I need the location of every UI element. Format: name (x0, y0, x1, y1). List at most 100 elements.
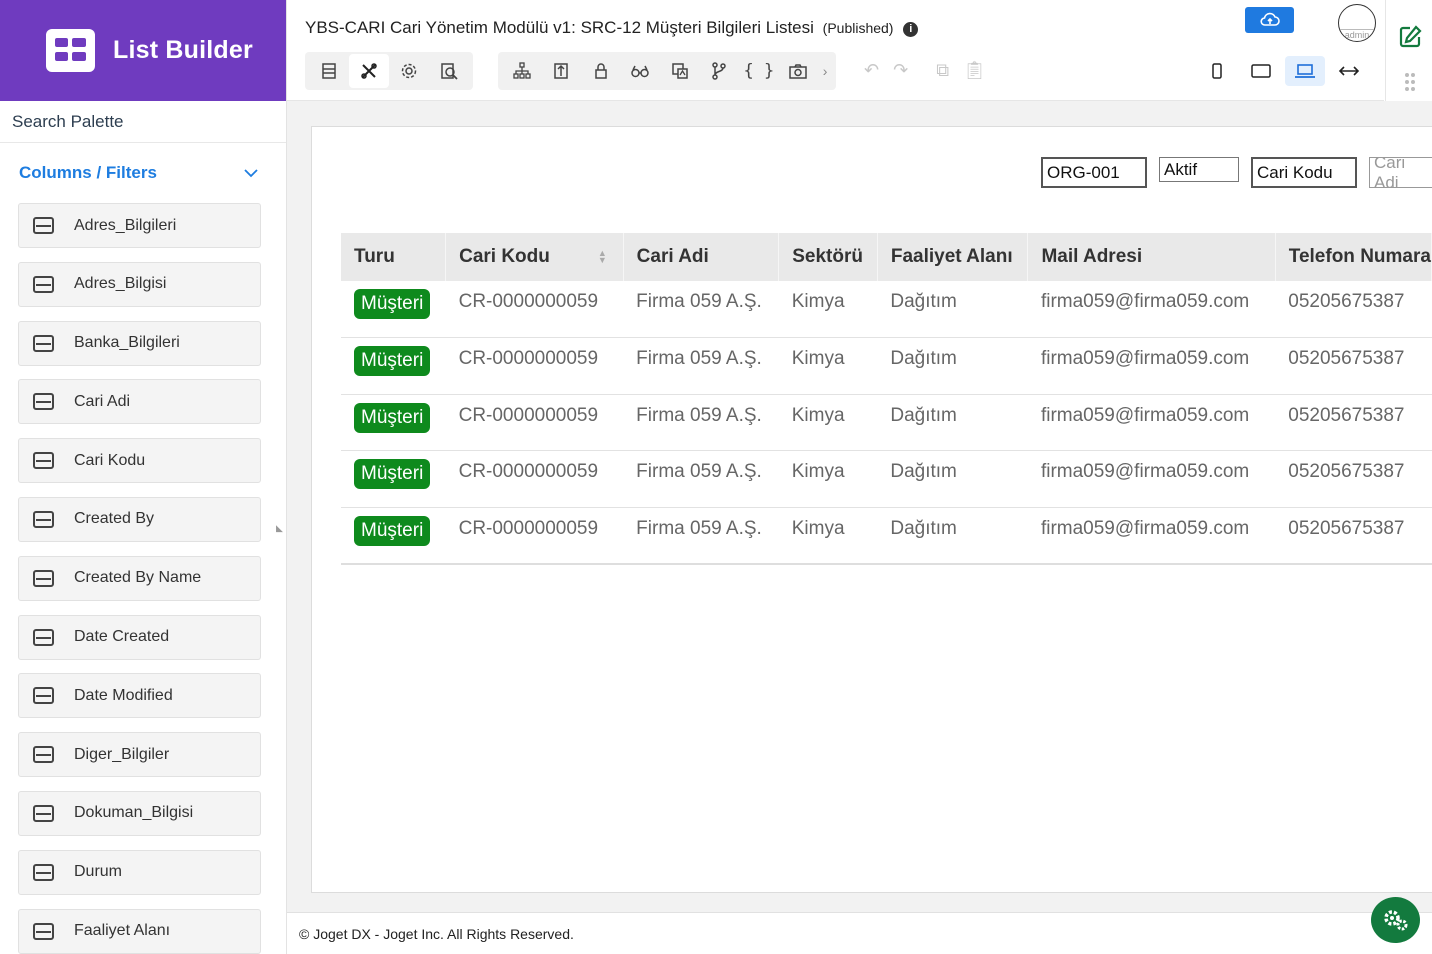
tools-icon[interactable] (349, 54, 389, 88)
status-badge: Müşteri (354, 402, 431, 433)
palette-item-label: Cari Adi (74, 392, 131, 410)
column-header-mail-adresi[interactable]: Mail Adresi (1027, 233, 1276, 281)
cell-mail: firma059@firma059.com (1027, 450, 1276, 508)
cell-cari-kodu: CR-0000000059 (445, 394, 624, 451)
cell-turu: Müşteri (341, 507, 446, 565)
column-header-sektoru[interactable]: Sektörü (778, 233, 878, 281)
column-header-turu[interactable]: Turu (341, 233, 447, 281)
list-icon[interactable] (309, 54, 349, 88)
page-title: YBS-CARI Cari Yönetim Modülü v1: SRC-12 … (305, 18, 919, 38)
cell-cari-kodu: CR-0000000059 (445, 507, 624, 565)
phone-icon[interactable] (1197, 56, 1237, 86)
brand-header: List Builder (0, 0, 286, 101)
cell-sektor: Kimya (778, 394, 878, 451)
field-icon (33, 569, 54, 587)
palette-item-label: Adres_Bilgileri (74, 216, 177, 234)
table-row[interactable]: Müşteri CR-0000000059 Firma 059 A.Ş. Kimya D… (341, 450, 1432, 508)
cari-adi-filter[interactable]: Cari Adi (1369, 157, 1432, 188)
table-row[interactable]: Müşteri CR-0000000059 Firma 059 A.Ş. Kimya D… (341, 337, 1432, 395)
sidebar-resize-handle[interactable]: ◣ (276, 523, 285, 533)
deploy-button[interactable] (1245, 7, 1294, 33)
palette-item[interactable]: Cari Kodu (18, 438, 261, 484)
palette-item[interactable]: Banka_Bilgileri (18, 320, 261, 366)
copy-icon[interactable]: ⧉ (936, 60, 949, 81)
expand-icon[interactable] (1329, 56, 1369, 86)
org-filter[interactable]: ORG-001 (1041, 157, 1147, 188)
palette-item[interactable]: Date Modified (18, 673, 261, 719)
search-palette[interactable]: Search Palette (0, 101, 286, 143)
settings-fab[interactable] (1371, 897, 1420, 943)
gears-icon (1383, 910, 1407, 931)
lock-icon[interactable] (581, 54, 621, 88)
info-icon[interactable]: i (903, 22, 919, 37)
branch-icon[interactable] (700, 54, 740, 88)
glasses-icon[interactable] (621, 54, 661, 88)
cell-faaliyet: Dağıtım (877, 281, 1028, 338)
camera-icon[interactable] (779, 54, 819, 88)
edit-tools: ↶ ↷ ⧉ 📋︎ (864, 60, 986, 81)
table-row[interactable]: Müşteri CR-0000000059 Firma 059 A.Ş. Kimya D… (341, 394, 1432, 451)
table-row[interactable]: Müşteri CR-0000000059 Firma 059 A.Ş. Kimya D… (341, 507, 1432, 565)
palette-item-label: Banka_Bilgileri (74, 334, 180, 352)
status-filter[interactable]: Aktif (1159, 157, 1239, 182)
palette-list: Adres_Bilgileri Adres_Bilgisi Banka_Bilgil… (0, 203, 286, 954)
edit-icon[interactable] (1398, 24, 1423, 49)
cell-cari-adi: Firma 059 A.Ş. (623, 281, 779, 338)
palette-item[interactable]: Dokuman_Bilgisi (18, 790, 261, 836)
columns-filters-header[interactable]: Columns / Filters (0, 143, 286, 203)
redo-icon[interactable]: ↷ (893, 60, 908, 81)
column-header-telefon[interactable]: Telefon Numara (1275, 233, 1432, 281)
chevron-right-icon[interactable]: › (818, 63, 832, 79)
translate-icon[interactable] (660, 54, 700, 88)
field-icon (33, 804, 54, 822)
undo-icon[interactable]: ↶ (864, 60, 879, 81)
cell-cari-kodu: CR-0000000059 (445, 337, 624, 395)
brand-title: List Builder (113, 36, 253, 64)
cell-sektor: Kimya (778, 281, 878, 338)
field-icon (33, 393, 54, 411)
palette-item[interactable]: Adres_Bilgileri (18, 203, 261, 248)
cell-telefon: 05205675387 (1275, 337, 1432, 395)
palette-item-label: Cari Kodu (74, 451, 146, 469)
hierarchy-icon[interactable] (502, 54, 542, 88)
status-badge: Müşteri (354, 459, 431, 489)
cell-cari-adi: Firma 059 A.Ş. (623, 450, 779, 508)
palette-item[interactable]: Faaliyet Alanı (18, 908, 261, 954)
topbar: YBS-CARI Cari Yönetim Modülü v1: SRC-12 … (287, 0, 1384, 101)
table-row[interactable]: Müşteri CR-0000000059 Firma 059 A.Ş. Kimya D… (341, 281, 1432, 338)
drag-handle-icon[interactable] (1404, 72, 1416, 92)
column-header-cari-adi[interactable]: Cari Adi (623, 233, 780, 281)
palette-item[interactable]: Diger_Bilgiler (18, 732, 261, 778)
palette-item[interactable]: Created By (18, 496, 261, 542)
field-icon (33, 452, 54, 470)
column-header-cari-kodu[interactable]: Cari Kodu ▲ ▼ (445, 233, 624, 281)
cell-faaliyet: Dağıtım (877, 507, 1028, 565)
palette-item[interactable]: Date Created (18, 614, 261, 660)
chevron-down-icon (244, 169, 258, 178)
paste-icon[interactable]: 📋︎ (963, 60, 986, 81)
sort-icon[interactable]: ▲ ▼ (598, 248, 607, 264)
column-header-faaliyet-alani[interactable]: Faaliyet Alanı (877, 233, 1029, 281)
cell-mail: firma059@firma059.com (1027, 281, 1276, 338)
palette-item[interactable]: Cari Adi (18, 379, 261, 425)
field-icon (33, 510, 54, 528)
cell-cari-kodu: CR-0000000059 (445, 450, 624, 508)
palette-item[interactable]: Created By Name (18, 555, 261, 601)
palette-item[interactable]: Adres_Bilgisi (18, 261, 261, 307)
tablet-icon[interactable] (1241, 56, 1281, 86)
palette-item[interactable]: Durum (18, 849, 261, 895)
cell-faaliyet: Dağıtım (877, 450, 1028, 508)
preview-icon[interactable] (429, 54, 469, 88)
json-icon[interactable]: { } (739, 54, 779, 88)
laptop-icon[interactable] (1285, 56, 1325, 86)
field-icon (33, 334, 54, 352)
palette-item-label: Diger_Bilgiler (74, 745, 170, 763)
cari-kodu-filter[interactable]: Cari Kodu (1251, 157, 1357, 188)
palette-item-label: Faaliyet Alanı (74, 922, 171, 940)
column-header-label: Cari Kodu (459, 246, 550, 267)
gear-icon[interactable] (389, 54, 429, 88)
cell-cari-adi: Firma 059 A.Ş. (623, 507, 779, 565)
field-icon (33, 628, 54, 646)
avatar[interactable]: admin (1338, 4, 1376, 42)
binder-icon[interactable] (542, 54, 582, 88)
